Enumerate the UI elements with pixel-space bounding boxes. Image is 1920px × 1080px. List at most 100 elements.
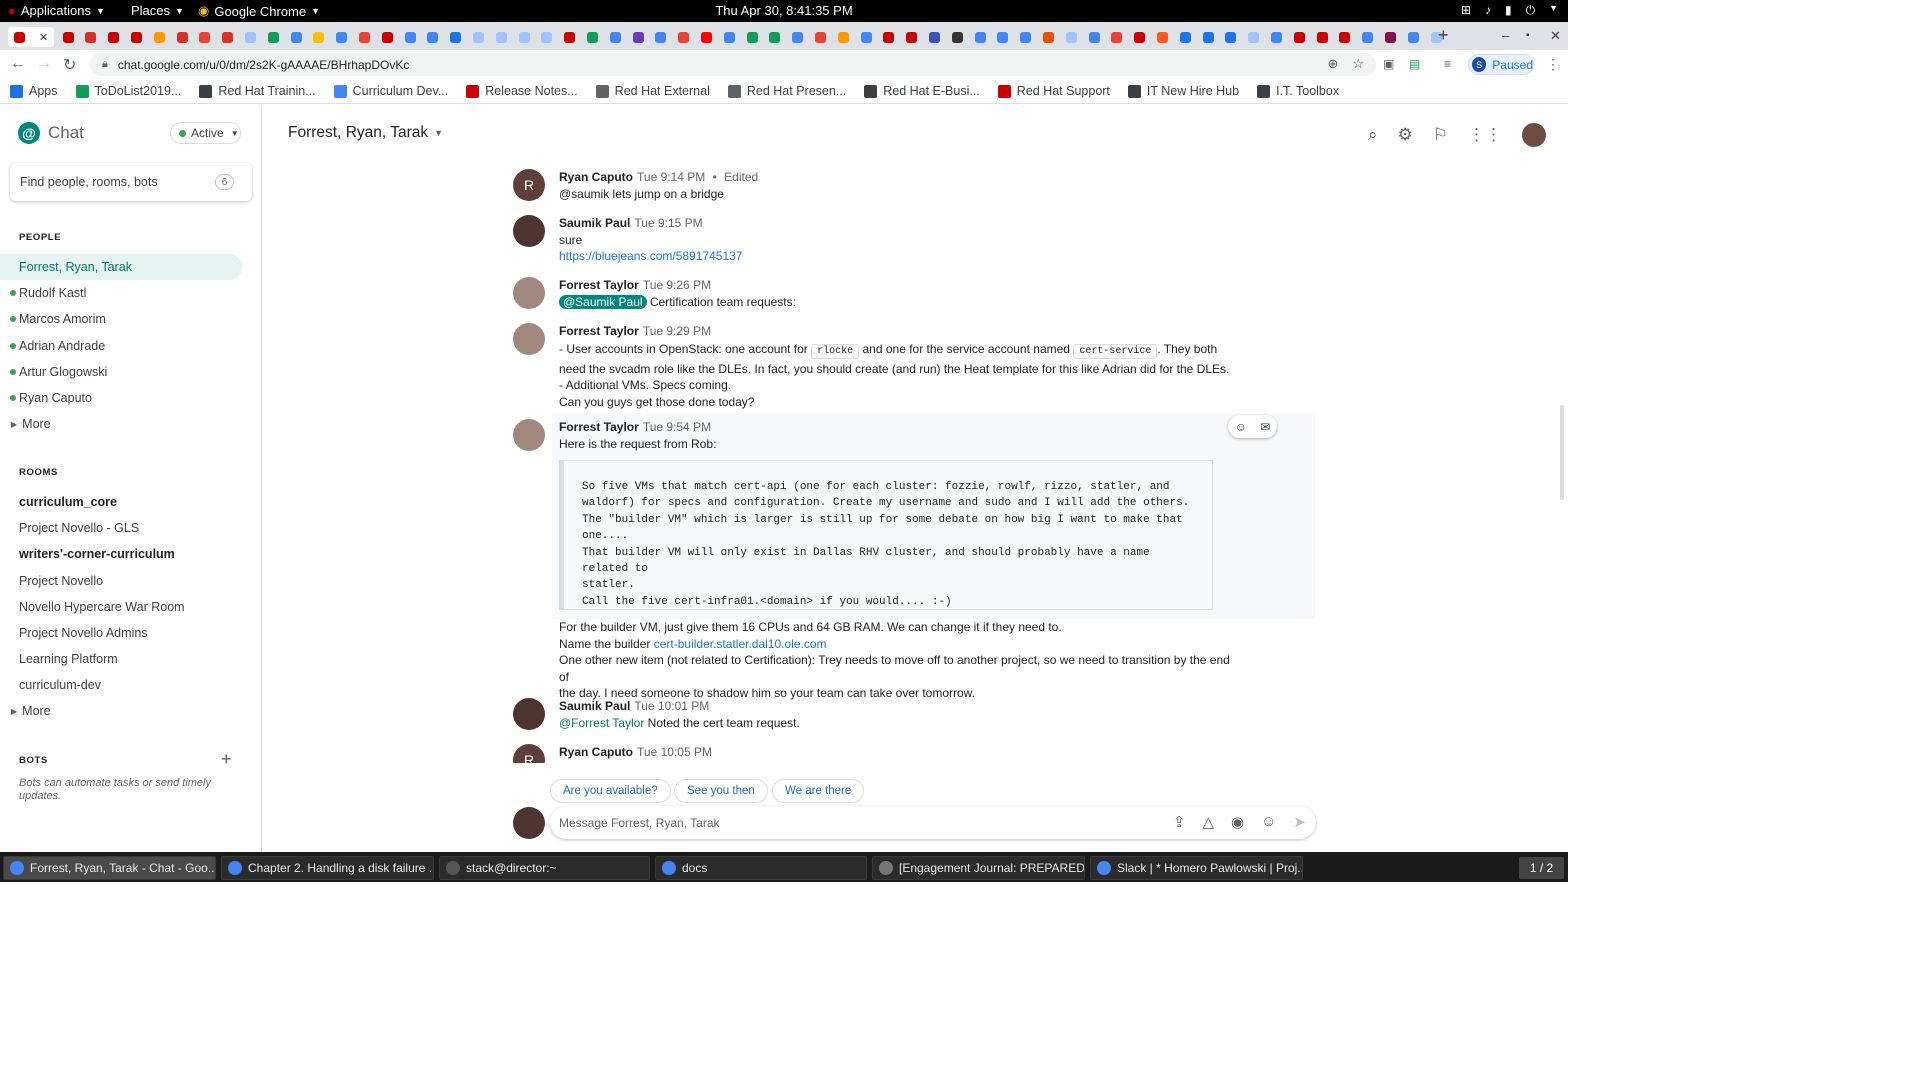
browser-tab[interactable] [1335,27,1355,47]
browser-tab[interactable] [240,27,260,47]
bookmark-item[interactable]: Curriculum Dev... [333,84,448,98]
add-bot-icon[interactable]: + [221,749,232,770]
message-link[interactable]: https://bluejeans.com/5891745137 [559,248,1219,265]
message-input[interactable]: Message Forrest, Ryan, Tarak ⇪ △ ◉ ☺ ➤ [550,806,1316,839]
extension-icon[interactable]: ▣ [1383,57,1394,71]
emoji-icon[interactable]: ☺ [1261,813,1276,831]
close-window-button[interactable]: ✕ [1550,28,1561,44]
bookmark-item[interactable]: I.T. Toolbox [1257,84,1339,98]
sidebar-item-room[interactable]: Novello Hypercare War Room [0,594,242,620]
browser-tab[interactable] [582,27,602,47]
extension-icon[interactable]: ▤ [1409,57,1420,71]
suggestion-chip[interactable]: Are you available? [550,779,671,803]
browser-tab[interactable] [651,27,671,47]
browser-tab[interactable] [1198,27,1218,47]
sidebar-item-room[interactable]: writers'-corner-curriculum [0,541,242,567]
browser-tab[interactable] [742,27,762,47]
browser-tab[interactable] [332,27,352,47]
browser-tab[interactable] [491,27,511,47]
browser-tab[interactable] [1312,27,1332,47]
browser-tab[interactable] [947,27,967,47]
address-bar[interactable]: 🔒︎ chat.google.com/u/0/dm/2s2K-gAAAAE/BH… [90,53,1376,76]
chrome-menu-icon[interactable]: ⋮ [1546,56,1560,73]
sidebar-item-room[interactable]: Learning Platform [0,646,242,672]
search-input[interactable]: Find people, rooms, bots 6 [10,163,252,201]
suggestion-chip[interactable]: See you then [674,779,768,803]
browser-tab[interactable] [1380,27,1400,47]
avatar[interactable] [513,323,545,355]
back-icon[interactable]: ← [10,55,26,73]
rooms-more[interactable]: ▶ More [0,698,242,724]
browser-tab[interactable] [1016,27,1036,47]
chat-logo[interactable]: @ Chat [18,122,84,144]
browser-tab[interactable] [1038,27,1058,47]
browser-tab[interactable] [902,27,922,47]
places-menu[interactable]: Places ▼ [131,3,184,18]
gear-icon[interactable]: ⚙ [1398,125,1413,145]
browser-tab[interactable] [423,27,443,47]
browser-tab[interactable] [195,27,215,47]
browser-tab[interactable] [1107,27,1127,47]
browser-tab[interactable] [560,27,580,47]
taskbar-item[interactable]: stack@director:~ [439,856,650,880]
meet-icon[interactable]: ◉ [1231,813,1244,831]
browser-tab[interactable] [354,27,374,47]
browser-tab[interactable] [58,27,78,47]
avatar[interactable] [1522,123,1546,147]
browser-tab[interactable] [924,27,944,47]
browser-tab[interactable] [218,27,238,47]
browser-tab[interactable] [696,27,716,47]
status-selector[interactable]: Active ▼ [170,122,241,144]
mention-chip[interactable]: @Saumik Paul [559,295,647,309]
forward-to-inbox-icon[interactable]: ✉ [1260,420,1270,434]
bookmark-item[interactable]: Red Hat External [595,84,710,98]
sidebar-item-person[interactable]: Rudolf Kastl [0,280,242,306]
browser-tab[interactable] [104,27,124,47]
browser-tab[interactable] [788,27,808,47]
bookmark-item[interactable]: Red Hat Presen... [727,84,846,98]
taskbar-item[interactable]: Chapter 2. Handling a disk failure ... [221,856,434,880]
avatar[interactable]: R [513,169,545,201]
browser-tab[interactable] [81,27,101,47]
browser-tab[interactable] [1289,27,1309,47]
browser-tab[interactable] [674,27,694,47]
conversation-title[interactable]: Forrest, Ryan, Tarak ▼ [288,124,443,142]
avatar[interactable]: R [513,744,545,763]
browser-tab[interactable] [286,27,306,47]
browser-tab[interactable] [856,27,876,47]
bookmark-star-icon[interactable]: ☆ [1352,56,1364,72]
bookmark-item[interactable]: ToDoList2019... [75,84,181,98]
taskbar-item[interactable]: [Engagement Journal: PREPARED ... [872,856,1085,880]
browser-tab[interactable] [1358,27,1378,47]
browser-tab[interactable] [309,27,329,47]
browser-tab[interactable] [1221,27,1241,47]
avatar[interactable] [513,419,545,451]
sidebar-item-person[interactable]: Adrian Andrade [0,333,242,359]
system-tray[interactable]: ⊞ ♪ ▮ ⏻ ▼ [1461,3,1558,18]
applications-menu[interactable]: ● Applications ▼ [8,3,105,18]
browser-tab[interactable] [810,27,830,47]
browser-tab[interactable] [468,27,488,47]
sidebar-item-room[interactable]: curriculum-dev [0,672,242,698]
browser-tab[interactable] [446,27,466,47]
browser-tab[interactable] [1266,27,1286,47]
browser-tab[interactable] [263,27,283,47]
browser-tab[interactable] [1152,27,1172,47]
bookmark-item[interactable]: Red Hat Support [997,84,1110,98]
browser-tab[interactable] [537,27,557,47]
browser-tab[interactable] [1175,27,1195,47]
sidebar-item-room[interactable]: Project Novello Admins [0,620,242,646]
avatar[interactable] [513,698,545,730]
browser-tab[interactable] [1061,27,1081,47]
bookmark-item[interactable]: Red Hat Trainin... [199,84,316,98]
people-more[interactable]: ▶ More [0,411,242,437]
browser-tab[interactable] [879,27,899,47]
sidebar-item-person[interactable]: Marcos Amorim [0,306,242,332]
browser-app-menu[interactable]: ◉ Google Chrome ▼ [198,3,320,19]
apps-bookmark[interactable]: Apps [10,84,58,98]
taskbar-item[interactable]: Forrest, Ryan, Tarak - Chat - Goo... [3,856,216,880]
browser-tab[interactable] [1084,27,1104,47]
suggestion-chip[interactable]: We are there [772,779,865,803]
browser-tab[interactable] [149,27,169,47]
bookmark-item[interactable]: Red Hat E-Busi... [864,84,980,98]
